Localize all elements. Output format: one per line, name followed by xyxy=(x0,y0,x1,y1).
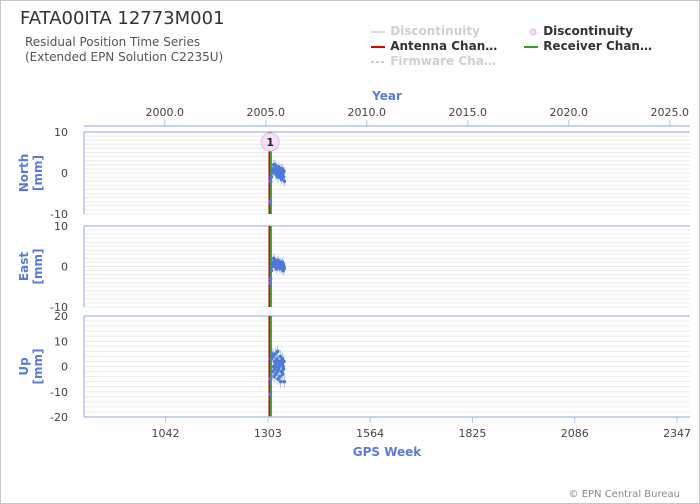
y-axis-label: North[mm] xyxy=(17,154,45,192)
y-axis-label: East[mm] xyxy=(17,249,45,285)
y-tick-label: 20 xyxy=(54,310,68,323)
chart-svg: Year 2000.0 2005.0 2010.0 2015.0 2020.0 2025.0… xyxy=(17,89,691,459)
y-axis-label-line: [mm] xyxy=(31,249,45,285)
data-point xyxy=(281,367,286,371)
x-bottom-tick-label: 1825 xyxy=(458,427,486,440)
x-bottom-tick-label: 2086 xyxy=(561,427,589,440)
y-tick-label: 0 xyxy=(61,361,68,374)
data-point xyxy=(268,179,273,183)
y-tick-label: 10 xyxy=(54,220,68,233)
x-bottom-axis-title: GPS Week xyxy=(353,445,423,459)
x-top-tick-label: 2010.0 xyxy=(348,106,387,119)
x-bottom-tick-label: 1042 xyxy=(152,427,180,440)
x-top-tick-label: 2020.0 xyxy=(550,106,589,119)
data-point xyxy=(282,179,287,183)
credit-text: © EPN Central Bureau xyxy=(568,489,680,500)
x-top-axis-title: Year xyxy=(371,89,402,103)
y-tick-label: 10 xyxy=(54,126,68,139)
y-axis-label-line: [mm] xyxy=(31,349,45,385)
x-top-tick-label: 2015.0 xyxy=(449,106,488,119)
data-point xyxy=(282,379,287,384)
y-axis-label-line: East xyxy=(17,252,31,281)
y-tick-label: 0 xyxy=(61,167,68,180)
y-axis-label-line: Up xyxy=(17,357,31,376)
y-axis-label-line: North xyxy=(17,154,31,192)
data-point xyxy=(282,359,286,364)
y-axis-label-line: [mm] xyxy=(31,155,45,191)
data-point xyxy=(282,266,287,271)
x-bottom-tick-label: 2347 xyxy=(663,427,691,440)
data-point xyxy=(280,372,285,376)
x-top-tick-label: 2000.0 xyxy=(146,106,185,119)
data-point xyxy=(275,349,280,354)
y-axis-label: Up[mm] xyxy=(17,349,45,385)
y-tick-label: -20 xyxy=(50,411,68,424)
y-tick-label: 10 xyxy=(54,335,68,348)
data-point xyxy=(268,392,272,397)
data-point xyxy=(282,169,286,173)
discontinuity-label: 1 xyxy=(266,136,274,149)
data-point xyxy=(269,175,274,179)
x-bottom-tick-label: 1564 xyxy=(356,427,384,440)
x-bottom-tick-label: 1303 xyxy=(254,427,282,440)
data-point xyxy=(268,377,273,381)
y-tick-label: -10 xyxy=(50,386,68,399)
x-top-tick-label: 2025.0 xyxy=(651,106,690,119)
x-top-tick-label: 2005.0 xyxy=(247,106,286,119)
data-point xyxy=(268,199,272,204)
data-point xyxy=(268,276,273,281)
y-tick-label: 0 xyxy=(61,261,68,274)
data-point xyxy=(278,379,283,384)
